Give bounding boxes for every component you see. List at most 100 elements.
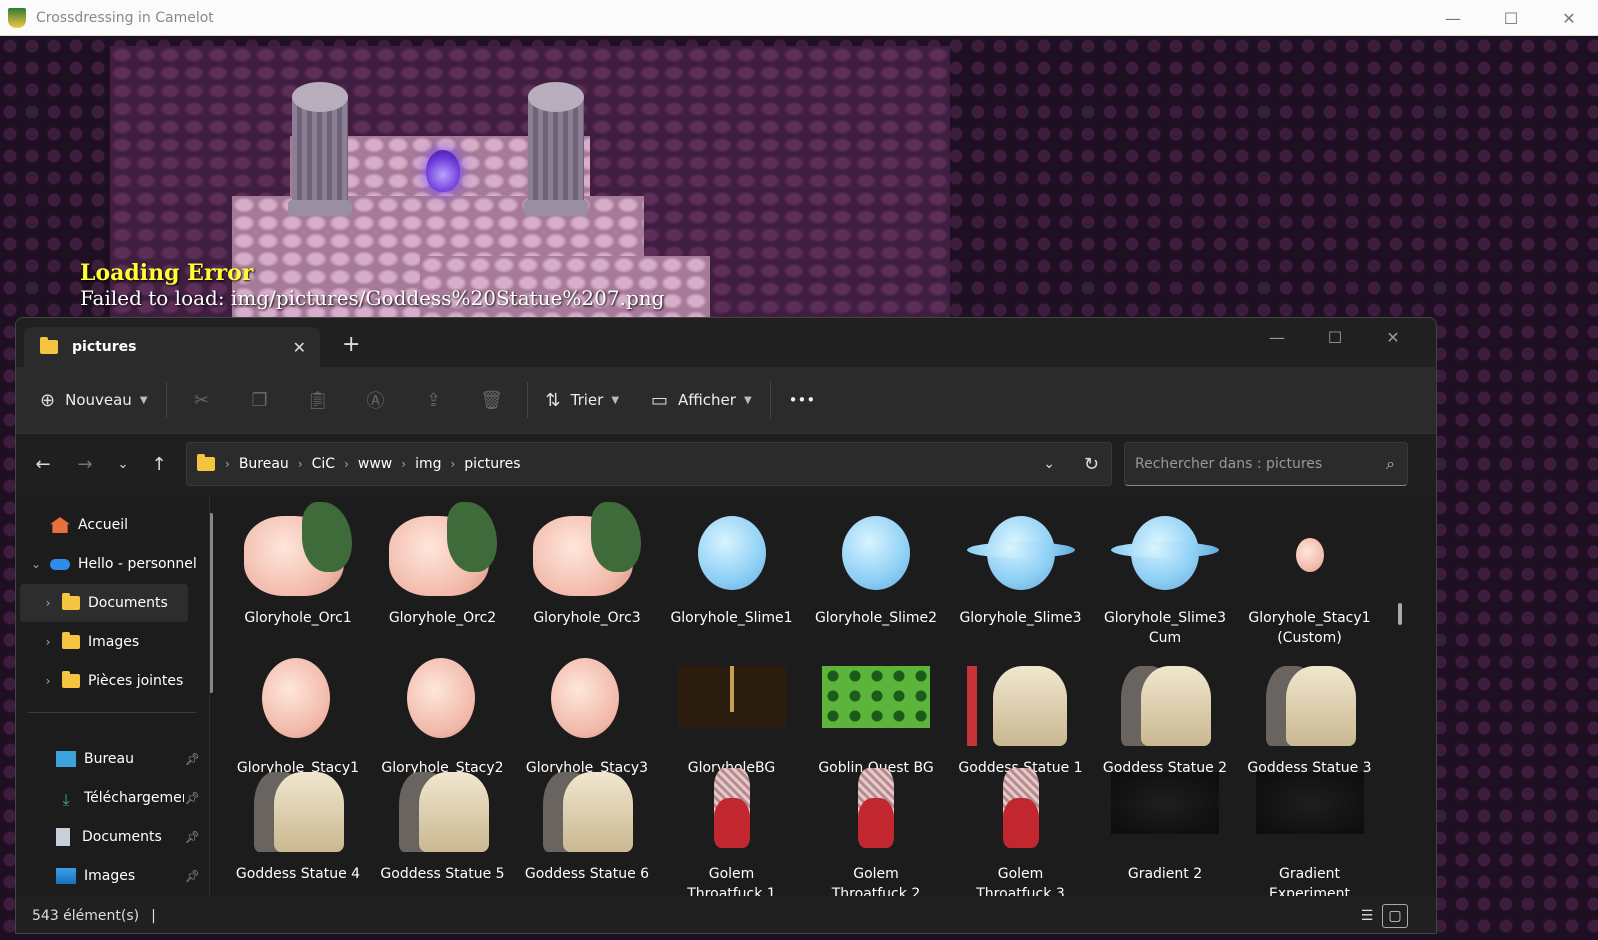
- sidebar-item-images[interactable]: › Images: [20, 623, 139, 661]
- cut-icon[interactable]: ✂: [173, 380, 231, 420]
- file-name-line1: Goddess Statue 6: [524, 866, 650, 882]
- file-item[interactable]: Gloryhole_Orc1: [226, 502, 370, 628]
- file-item[interactable]: Gradient 2: [1093, 758, 1237, 884]
- file-name-line1: Gradient 2: [1127, 866, 1203, 882]
- sidebar-item-documents[interactable]: › Documents: [20, 584, 188, 622]
- tab-pictures[interactable]: pictures ✕: [24, 327, 320, 367]
- divider: [28, 712, 196, 713]
- sidebar-item-bureau[interactable]: Bureau 📌︎: [56, 740, 206, 778]
- sidebar-item-accueil[interactable]: Accueil: [28, 506, 128, 544]
- file-item[interactable]: Goddess Statue 6: [515, 758, 659, 884]
- share-icon[interactable]: ⇪: [405, 380, 463, 420]
- file-item[interactable]: Gradient Experiment: [1238, 758, 1382, 896]
- chevron-down-icon[interactable]: ⌄: [28, 557, 44, 571]
- file-item[interactable]: Gloryhole_Slime3: [949, 502, 1093, 628]
- breadcrumb-www[interactable]: www: [358, 456, 392, 472]
- chevron-right-icon[interactable]: ›: [40, 635, 56, 649]
- pin-icon[interactable]: 📌︎: [185, 830, 200, 844]
- chevron-right-icon: ›: [401, 457, 407, 471]
- new-button[interactable]: ⊕ Nouveau ▼: [28, 380, 160, 420]
- close-tab-icon[interactable]: ✕: [293, 338, 306, 357]
- file-item[interactable]: Golem Throatfuck 2: [804, 758, 948, 896]
- sidebar-item-images-quick[interactable]: Images 📌︎: [56, 857, 206, 895]
- minimize-button[interactable]: —: [1248, 322, 1306, 352]
- pin-icon[interactable]: 📌︎: [185, 869, 200, 883]
- search-box[interactable]: ⌕: [1124, 442, 1408, 486]
- sidebar-item-pieces-jointes[interactable]: › Pièces jointes: [20, 662, 183, 700]
- chevron-right-icon[interactable]: ›: [40, 596, 56, 610]
- file-name-line1: Gloryhole_Slime2: [814, 610, 938, 626]
- file-item[interactable]: Gloryhole_Slime2: [804, 502, 948, 628]
- file-item[interactable]: Gloryhole_Orc3: [515, 502, 659, 628]
- new-tab-button[interactable]: +: [342, 332, 360, 357]
- search-icon[interactable]: ⌕: [1386, 454, 1395, 474]
- divider: [209, 496, 210, 896]
- file-name: Goddess Statue 6: [515, 864, 659, 884]
- file-name-line1: Goddess Statue 4: [235, 866, 361, 882]
- file-name-line1: Gloryhole_Stacy1: [1248, 610, 1371, 626]
- sidebar-item-documents-quick[interactable]: Documents 📌︎: [56, 818, 206, 856]
- file-item[interactable]: Goddess Statue 5: [371, 758, 515, 884]
- chevron-down-icon[interactable]: ⌄: [1043, 456, 1055, 472]
- refresh-icon[interactable]: ↻: [1084, 454, 1099, 475]
- large-icons-view-icon[interactable]: ▢: [1382, 904, 1408, 928]
- folder-icon: [62, 632, 80, 649]
- sidebar-item-label: Images: [84, 868, 136, 884]
- file-name-line1: Gradient: [1279, 866, 1340, 882]
- breadcrumb-cic[interactable]: CiC: [312, 456, 335, 472]
- file-item[interactable]: Gloryhole_Stacy1 (Custom): [1238, 502, 1382, 648]
- file-item[interactable]: Goddess Statue 4: [226, 758, 370, 884]
- game-minimize-button[interactable]: —: [1424, 0, 1482, 36]
- more-options-button[interactable]: •••: [777, 380, 828, 420]
- breadcrumb-bureau[interactable]: Bureau: [239, 456, 289, 472]
- content-scrollbar[interactable]: [1398, 603, 1402, 625]
- rename-icon[interactable]: Ⓐ: [347, 380, 405, 420]
- file-name: Golem Throatfuck 3: [949, 864, 1093, 896]
- breadcrumb-img[interactable]: img: [415, 456, 441, 472]
- sidebar-item-onedrive[interactable]: ⌄ Hello - personnel: [28, 545, 202, 583]
- chevron-right-icon[interactable]: ›: [40, 674, 56, 688]
- back-arrow-icon[interactable]: ←: [28, 449, 58, 479]
- game-window-title: Crossdressing in Camelot: [36, 9, 214, 26]
- file-explorer-window: pictures ✕ + — ☐ ✕ ⊕ Nouveau ▼ ✂ ❐ 📋︎ Ⓐ …: [15, 317, 1437, 934]
- folder-icon: [40, 337, 58, 354]
- game-close-button[interactable]: ✕: [1540, 0, 1598, 36]
- file-item[interactable]: Gloryhole_Orc2: [371, 502, 515, 628]
- file-item[interactable]: Gloryhole_Slime1: [660, 502, 804, 628]
- divider: [769, 382, 771, 418]
- file-item[interactable]: Golem Throatfuck 3: [949, 758, 1093, 896]
- file-grid: Gloryhole_Orc1 Gloryhole_Orc2 Gloryhole_Or…: [216, 496, 1406, 896]
- sidebar-item-telechargements[interactable]: ⤓ Téléchargements 📌︎: [56, 779, 206, 817]
- image-icon: [56, 868, 76, 884]
- copy-icon[interactable]: ❐: [231, 380, 289, 420]
- details-view-icon[interactable]: ☰: [1354, 904, 1380, 928]
- paste-icon[interactable]: 📋︎: [289, 380, 347, 420]
- close-button[interactable]: ✕: [1364, 322, 1422, 352]
- status-separator: |: [151, 907, 156, 924]
- chevron-right-icon: ›: [297, 457, 303, 471]
- divider: [526, 382, 528, 418]
- view-button[interactable]: ▭ Afficher ▼: [639, 380, 764, 420]
- file-item[interactable]: Golem Throatfuck 1: [660, 758, 804, 896]
- pin-icon[interactable]: 📌︎: [185, 791, 200, 805]
- forward-arrow-icon[interactable]: →: [70, 449, 100, 479]
- up-arrow-icon[interactable]: ↑: [144, 449, 174, 479]
- image-thumbnail: [244, 758, 352, 854]
- image-thumbnail: [1111, 502, 1219, 598]
- sort-button[interactable]: ⇅ Trier ▼: [534, 380, 632, 420]
- game-maximize-button[interactable]: ☐: [1482, 0, 1540, 36]
- file-item[interactable]: Gloryhole_Slime3 Cum: [1093, 502, 1237, 648]
- plus-circle-icon: ⊕: [40, 389, 56, 411]
- recent-locations-icon[interactable]: ⌄: [108, 449, 138, 479]
- file-name-line1: Gloryhole_Slime3: [1103, 610, 1227, 626]
- search-input[interactable]: [1135, 456, 1371, 472]
- maximize-button[interactable]: ☐: [1306, 322, 1364, 352]
- pin-icon[interactable]: 📌︎: [185, 752, 200, 766]
- game-title-bar: Crossdressing in Camelot: [0, 0, 1598, 36]
- file-name-line2: (Custom): [1277, 630, 1342, 646]
- breadcrumb-pictures[interactable]: pictures: [464, 456, 520, 472]
- address-bar[interactable]: › Bureau › CiC › www › img › pictures ⌄ …: [186, 442, 1112, 486]
- image-thumbnail: [967, 758, 1075, 854]
- delete-icon[interactable]: 🗑︎: [463, 380, 521, 420]
- sidebar-item-label: Accueil: [78, 517, 128, 533]
